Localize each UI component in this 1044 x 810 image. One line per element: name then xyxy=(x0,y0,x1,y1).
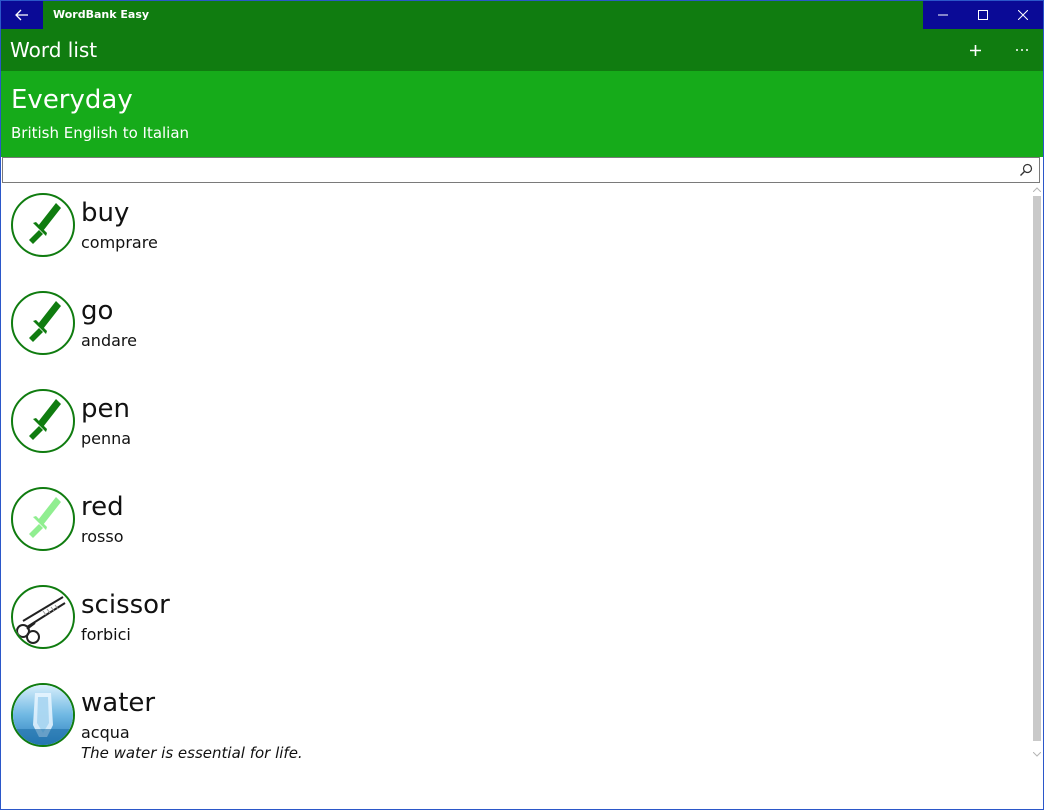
close-icon xyxy=(1018,10,1028,20)
minimize-button[interactable] xyxy=(923,1,963,29)
scissors-image xyxy=(16,596,66,644)
chevron-up-icon xyxy=(1033,186,1041,192)
close-button[interactable] xyxy=(1003,1,1043,29)
translation-text: andare xyxy=(81,331,137,350)
translation-text: forbici xyxy=(81,625,131,644)
list-item[interactable]: pen penna xyxy=(1,380,1021,478)
sword-icon xyxy=(29,497,61,538)
back-button[interactable] xyxy=(1,1,43,29)
page-title: Word list xyxy=(10,38,98,62)
command-bar: Word list xyxy=(1,29,1043,71)
list-item[interactable]: go andare xyxy=(1,282,1021,380)
list-title: Everyday xyxy=(11,85,133,115)
water-image xyxy=(13,685,73,745)
word-text: scissor xyxy=(81,590,170,620)
word-text: water xyxy=(81,688,156,718)
list-item[interactable]: buy comprare xyxy=(1,184,1021,282)
list-item[interactable]: red rosso xyxy=(1,478,1021,576)
plus-icon xyxy=(969,44,981,56)
word-avatar xyxy=(11,683,75,747)
example-sentence: The water is essential for life. xyxy=(81,744,303,762)
word-avatar xyxy=(11,291,75,355)
word-avatar xyxy=(11,585,75,649)
search-input[interactable] xyxy=(7,160,1011,182)
list-subtitle: British English to Italian xyxy=(11,124,190,142)
title-bar: WordBank Easy xyxy=(1,1,1043,29)
translation-text: penna xyxy=(81,429,132,448)
word-text: pen xyxy=(81,394,130,424)
add-button[interactable] xyxy=(964,39,986,61)
translation-text: acqua xyxy=(81,723,130,742)
app-window: WordBank Easy Word list Everyday British… xyxy=(0,0,1044,810)
sword-icon xyxy=(29,301,61,342)
word-avatar xyxy=(11,487,75,551)
maximize-icon xyxy=(978,10,988,20)
minimize-icon xyxy=(938,14,948,16)
maximize-button[interactable] xyxy=(963,1,1003,29)
more-button[interactable] xyxy=(1011,39,1033,61)
word-text: red xyxy=(81,492,124,522)
search-icon[interactable] xyxy=(1019,163,1033,177)
translation-text: rosso xyxy=(81,527,124,546)
word-text: buy xyxy=(81,198,130,228)
translation-text: comprare xyxy=(81,233,158,252)
search-box[interactable] xyxy=(2,157,1040,183)
list-item[interactable]: water acqua The water is essential for l… xyxy=(1,674,1021,772)
sword-icon xyxy=(29,399,61,440)
more-icon xyxy=(1016,49,1028,51)
list-item[interactable]: scissor forbici xyxy=(1,576,1021,674)
scroll-up-button[interactable] xyxy=(1032,184,1042,194)
back-arrow-icon xyxy=(15,9,28,21)
scroll-thumb[interactable] xyxy=(1033,196,1041,741)
vertical-scrollbar[interactable] xyxy=(1031,184,1043,764)
word-list: buy comprare go andare pen penna red ros… xyxy=(1,184,1031,804)
window-title: WordBank Easy xyxy=(53,8,150,21)
word-text: go xyxy=(81,296,114,326)
word-avatar xyxy=(11,193,75,257)
window-controls xyxy=(923,1,1043,29)
sword-icon xyxy=(29,203,61,244)
scroll-down-button[interactable] xyxy=(1032,749,1042,759)
word-avatar xyxy=(11,389,75,453)
chevron-down-icon xyxy=(1033,751,1041,757)
list-header: Everyday British English to Italian xyxy=(1,71,1043,157)
